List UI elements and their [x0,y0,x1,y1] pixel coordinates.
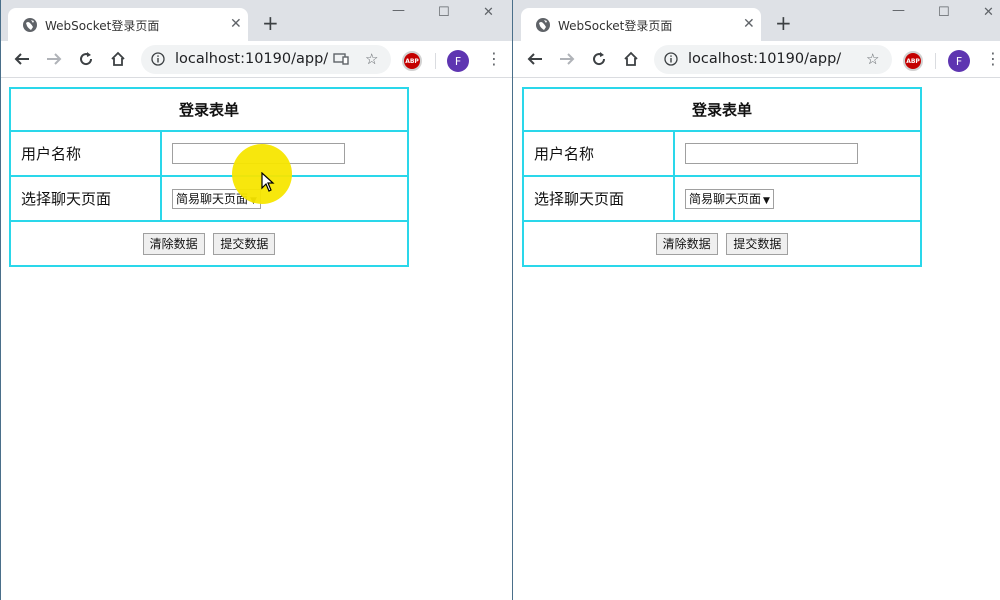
username-input[interactable] [685,143,858,164]
back-arrow-icon[interactable] [525,49,545,69]
star-icon[interactable]: ☆ [866,50,879,68]
clear-button[interactable]: 清除数据 [655,232,718,255]
submit-button[interactable]: 提交数据 [213,232,276,255]
browser-toolbar: localhost:10190/app/ ☆ ABP F ⋮ [0,41,513,78]
reload-icon[interactable] [76,49,96,69]
chat-page-cell: 简易聊天页面▼ [673,175,922,222]
login-form-table: 登录表单 用户名称 选择聊天页面 简易聊天页面▼ 清除数据 提交数据 [522,87,922,267]
kebab-menu-icon[interactable]: ⋮ [486,51,502,67]
tab-title: WebSocket登录页面 [45,19,160,33]
adblock-icon[interactable]: ABP [903,51,923,71]
forward-arrow-icon[interactable] [44,49,64,69]
page-content: 登录表单 用户名称 选择聊天页面 简易聊天页面▼ 清除数据 提交数据 [513,78,1000,600]
url-text: localhost:10190/app/ [175,51,329,67]
button-row: 清除数据 提交数据 [522,220,922,267]
url-text: localhost:10190/app/ [688,51,842,67]
close-icon[interactable]: ✕ [743,16,755,32]
browser-window-left: WebSocket登录页面 ✕ + — ☐ ✕ localhost:10190/… [0,0,513,600]
globe-icon [536,18,550,32]
mouse-cursor-icon [261,172,275,192]
maximize-icon[interactable]: ☐ [438,6,450,20]
tab-strip: WebSocket登录页面 ✕ + — ☐ ✕ [513,0,1000,41]
tab-title: WebSocket登录页面 [558,19,673,33]
address-bar[interactable]: localhost:10190/app/ ☆ [141,45,391,74]
address-bar[interactable]: localhost:10190/app/ ☆ [654,45,892,74]
username-label: 用户名称 [9,130,162,177]
button-row: 清除数据 提交数据 [9,220,409,267]
clear-button[interactable]: 清除数据 [142,232,205,255]
profile-avatar[interactable]: F [948,50,970,72]
info-icon[interactable] [151,52,165,66]
form-title: 登录表单 [9,87,409,132]
home-icon[interactable] [621,49,641,69]
submit-button[interactable]: 提交数据 [726,232,789,255]
window-close-icon[interactable]: ✕ [983,6,994,20]
forward-arrow-icon[interactable] [557,49,577,69]
cast-icon[interactable] [333,52,349,66]
username-cell [673,130,922,177]
plus-icon[interactable]: + [775,13,792,33]
window-close-icon[interactable]: ✕ [483,6,494,20]
back-arrow-icon[interactable] [12,49,32,69]
chat-page-selected: 简易聊天页面 [176,191,249,206]
browser-toolbar: localhost:10190/app/ ☆ ABP F ⋮ [513,41,1000,78]
tab-strip: WebSocket登录页面 ✕ + — ☐ ✕ [0,0,513,41]
form-title: 登录表单 [522,87,922,132]
adblock-label: ABP [405,57,419,65]
toolbar-separator [435,53,436,69]
browser-tab[interactable]: WebSocket登录页面 ✕ [521,8,761,41]
chat-page-selected: 简易聊天页面 [689,191,762,206]
window-edge [0,0,1,600]
info-icon[interactable] [664,52,678,66]
chevron-down-icon: ▼ [763,195,770,206]
reload-icon[interactable] [589,49,609,69]
chat-page-select[interactable]: 简易聊天页面▼ [685,188,774,209]
star-icon[interactable]: ☆ [365,50,378,68]
profile-avatar[interactable]: F [447,50,469,72]
globe-icon [23,18,37,32]
maximize-icon[interactable]: ☐ [938,6,950,20]
plus-icon[interactable]: + [262,13,279,33]
home-icon[interactable] [108,49,128,69]
adblock-icon[interactable]: ABP [402,51,422,71]
close-icon[interactable]: ✕ [230,16,242,32]
minimize-icon[interactable]: — [392,4,405,18]
toolbar-separator [935,53,936,69]
username-label: 用户名称 [522,130,675,177]
kebab-menu-icon[interactable]: ⋮ [985,51,1000,67]
adblock-label: ABP [906,57,920,65]
browser-tab[interactable]: WebSocket登录页面 ✕ [8,8,248,41]
login-form-table: 登录表单 用户名称 选择聊天页面 简易聊天页面▼ 清除数据 提交数据 [9,87,409,267]
minimize-icon[interactable]: — [892,4,905,18]
browser-window-right: WebSocket登录页面 ✕ + — ☐ ✕ localhost:10190/… [513,0,1000,600]
chat-page-label: 选择聊天页面 [9,175,162,222]
chat-page-label: 选择聊天页面 [522,175,675,222]
